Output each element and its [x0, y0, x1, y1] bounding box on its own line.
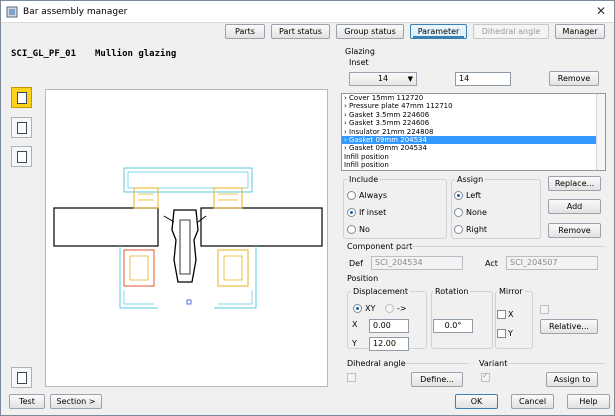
mirror-x-checkbox[interactable] — [497, 310, 506, 319]
list-item[interactable]: › Gasket 3.5mm 224606 — [342, 111, 605, 119]
glazing-label: Glazing — [345, 47, 375, 56]
include-if-inset-radio[interactable] — [347, 208, 356, 217]
dihedral-angle-label: Dihedral angle — [347, 359, 406, 368]
mirror-y-checkbox[interactable] — [497, 329, 506, 338]
ok-button[interactable]: OK — [455, 394, 498, 409]
list-item[interactable]: › Insulator 21mm 224808 — [342, 128, 605, 136]
include-always-label: Always — [359, 191, 388, 200]
replace-button[interactable]: Replace... — [548, 176, 601, 191]
assembly-name: Mullion glazing — [95, 49, 177, 59]
component-separator — [401, 246, 605, 247]
tab-dihedral-angle: Dihedral angle — [473, 24, 549, 39]
rotation-field[interactable]: 0.0° — [433, 319, 473, 333]
tab-parameter[interactable]: Parameter — [410, 24, 467, 39]
include-if-inset-label: If inset — [359, 208, 387, 217]
xy-radio[interactable] — [353, 304, 362, 313]
displacement-label: Displacement — [351, 287, 410, 296]
bar-assembly-window: Bar assembly manager ✕ Parts Part status… — [0, 0, 615, 416]
assign-none-radio[interactable] — [454, 208, 463, 217]
act-field: SCI_204507 — [506, 256, 598, 270]
add-button[interactable]: Add — [548, 199, 601, 214]
dihedral-separator — [405, 363, 469, 364]
assign-group — [451, 179, 541, 239]
inset-value-field[interactable]: 14 — [455, 72, 511, 86]
bottom-tool-button[interactable] — [11, 367, 32, 388]
mirror-label: Mirror — [497, 287, 525, 296]
app-icon — [6, 6, 18, 18]
glazing-parts-list[interactable]: › Cover 15mm 112720 › Pressure plate 47m… — [341, 93, 606, 171]
x-label: X — [352, 320, 358, 329]
arrow-label: -> — [397, 304, 407, 313]
list-scrollbar[interactable] — [596, 94, 605, 170]
arrow-radio[interactable] — [385, 304, 394, 313]
chevron-down-icon: ▼ — [407, 75, 413, 83]
y-label: Y — [352, 339, 357, 348]
assembly-code: SCI_GL_PF_01 — [11, 49, 77, 59]
profile-drawing — [53, 167, 323, 309]
help-button[interactable]: Help — [567, 394, 610, 409]
profile-tool-icon — [17, 122, 27, 134]
tab-group-status[interactable]: Group status — [336, 24, 404, 39]
tab-part-status[interactable]: Part status — [271, 24, 330, 39]
section-button[interactable]: Section > — [50, 394, 102, 409]
list-item[interactable]: › Gasket 09mm 204534 — [342, 144, 605, 152]
variant-checkbox[interactable] — [481, 371, 490, 382]
inset-select[interactable]: 14 ▼ — [349, 72, 417, 86]
sheet-tool-button[interactable] — [11, 146, 32, 167]
remove-button[interactable]: Remove — [548, 223, 601, 238]
section-preview[interactable] — [45, 89, 328, 387]
test-button[interactable]: Test — [9, 394, 45, 409]
sheet-tool-icon — [17, 151, 27, 163]
tab-parts[interactable]: Parts — [225, 24, 265, 39]
list-item[interactable]: › Cover 15mm 112720 — [342, 94, 605, 102]
list-item[interactable]: › Gasket 3.5mm 224606 — [342, 119, 605, 127]
mirror-y-label: Y — [508, 329, 513, 338]
def-field: SCI_204534 — [371, 256, 463, 270]
assign-left-radio[interactable] — [454, 191, 463, 200]
mirror-x-label: X — [508, 310, 514, 319]
assign-none-label: None — [466, 208, 487, 217]
include-no-label: No — [359, 225, 370, 234]
y-field[interactable]: 12.00 — [369, 337, 409, 351]
include-no-radio[interactable] — [347, 225, 356, 234]
title-bar: Bar assembly manager ✕ — [1, 1, 614, 23]
bottom-tool-icon — [17, 372, 27, 384]
glazing-tool-icon — [17, 92, 27, 104]
x-field[interactable]: 0.00 — [369, 319, 409, 333]
profile-tool-button[interactable] — [11, 117, 32, 138]
relative-checkbox[interactable] — [540, 305, 549, 314]
variant-separator — [507, 363, 605, 364]
window-title: Bar assembly manager — [23, 7, 128, 17]
list-item[interactable]: Infill position — [342, 161, 605, 169]
rotation-label: Rotation — [433, 287, 471, 296]
xy-label: XY — [365, 304, 376, 313]
relative-button[interactable]: Relative... — [540, 319, 598, 334]
position-label: Position — [347, 274, 379, 283]
inset-select-value: 14 — [377, 74, 389, 83]
define-button[interactable]: Define... — [411, 372, 463, 387]
assign-right-radio[interactable] — [454, 225, 463, 234]
variant-label: Variant — [479, 359, 508, 368]
assign-left-label: Left — [466, 191, 482, 200]
tab-manager[interactable]: Manager — [555, 24, 605, 39]
list-item-selected[interactable]: › Gasket 09mm 204534 — [342, 135, 605, 145]
list-item[interactable]: Infill position — [342, 153, 605, 161]
assign-right-label: Right — [466, 225, 488, 234]
inset-remove-button[interactable]: Remove — [549, 71, 599, 86]
inset-label: Inset — [349, 58, 369, 67]
dihedral-checkbox[interactable] — [347, 373, 356, 382]
include-always-radio[interactable] — [347, 191, 356, 200]
assign-to-button[interactable]: Assign to — [546, 372, 598, 387]
close-icon[interactable]: ✕ — [593, 4, 609, 19]
include-label: Include — [347, 175, 381, 184]
assign-label: Assign — [455, 175, 486, 184]
list-item[interactable]: › Pressure plate 47mm 112710 — [342, 102, 605, 110]
act-label: Act — [485, 259, 498, 268]
mirror-group — [495, 291, 533, 349]
glazing-tool-button[interactable] — [11, 87, 32, 108]
cancel-button[interactable]: Cancel — [511, 394, 554, 409]
def-label: Def — [349, 259, 363, 268]
